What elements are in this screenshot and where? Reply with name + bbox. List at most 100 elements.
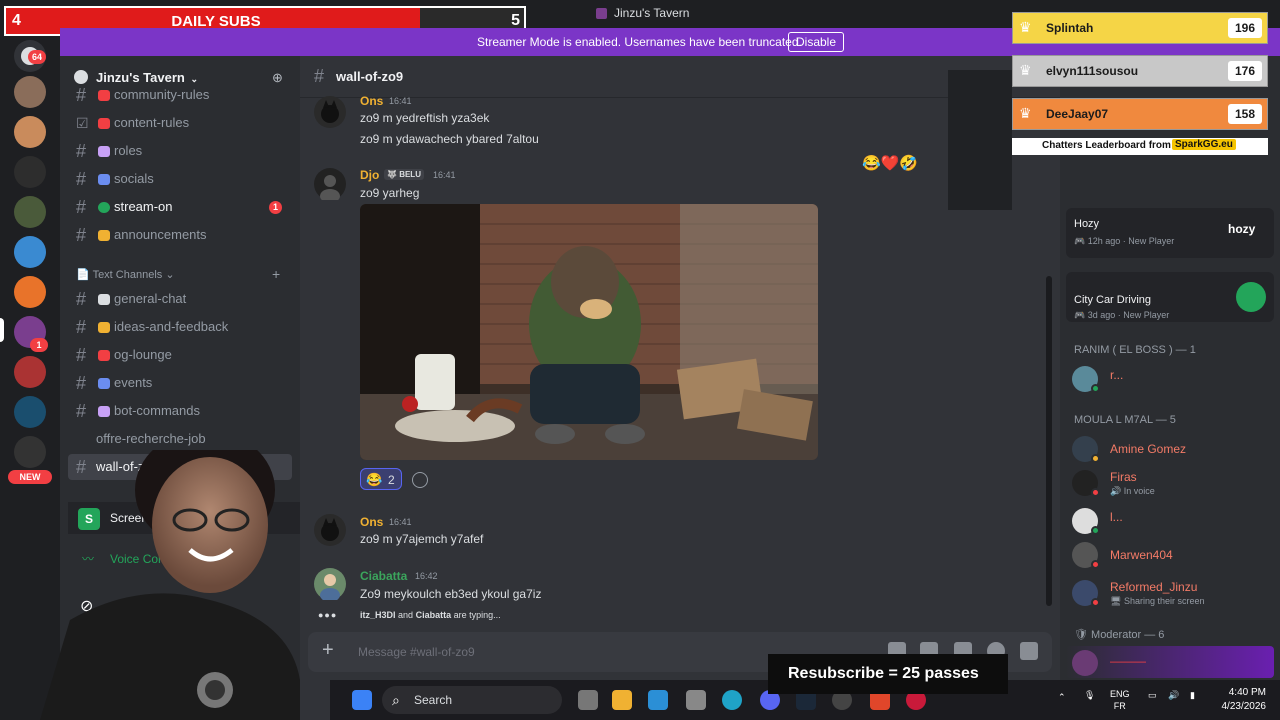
activity-name: City Car Driving — [1074, 294, 1152, 306]
channel-label: events — [114, 375, 153, 390]
avatar[interactable] — [314, 168, 346, 203]
activity-name: Hozy — [1074, 218, 1100, 230]
leaderboard-row: ♛ elvyn111sousou 176 — [1012, 55, 1268, 87]
channel-content-rules[interactable]: ☑ content-rules — [68, 110, 292, 136]
message-time: 16:41 — [389, 517, 412, 527]
selected-server-indicator — [0, 318, 4, 342]
status-online-icon — [1091, 384, 1100, 393]
server-tag: 🐺 BELU — [384, 169, 424, 180]
member-item[interactable]: l... — [1066, 504, 1274, 538]
avatar — [1072, 650, 1098, 676]
taskbar-clock[interactable]: 4:40 PM 4/23/2026 — [1222, 686, 1267, 714]
channel-stream-on[interactable]: # stream-on 1 — [68, 194, 292, 220]
server-icon[interactable] — [14, 76, 46, 108]
server-icon[interactable] — [14, 396, 46, 428]
member-name: r... — [1110, 368, 1124, 382]
activity-meta: 🎮 12h ago · New Player — [1074, 236, 1175, 246]
channel-roles[interactable]: # roles — [68, 138, 292, 164]
task-view-icon[interactable] — [578, 690, 598, 710]
chat-scrollbar[interactable] — [1046, 276, 1052, 606]
activity-card[interactable]: City Car Driving 🎮 3d ago · New Player — [1066, 272, 1274, 322]
hash-icon: # — [76, 169, 87, 189]
robot-icon — [98, 406, 110, 417]
leaderboard-footer: Chatters Leaderboard from SparkGG.eu — [1012, 138, 1268, 155]
reaction-chip[interactable]: 😂 2 — [360, 468, 402, 490]
add-reaction-icon[interactable] — [412, 472, 428, 488]
server-icon[interactable] — [14, 156, 46, 188]
member-name: Marwen404 — [1110, 548, 1173, 562]
server-icon[interactable] — [14, 236, 46, 268]
server-icon[interactable] — [14, 276, 46, 308]
search-icon: ⌕ — [392, 692, 400, 708]
message-input[interactable] — [358, 642, 838, 662]
member-item[interactable]: Amine Gomez — [1066, 432, 1274, 466]
taskbar-search[interactable]: ⌕ Search — [382, 686, 562, 714]
message-author[interactable]: Ons — [360, 515, 383, 529]
channel-ideas-and-feedback[interactable]: # ideas-and-feedback — [68, 314, 292, 340]
message-author[interactable]: Djo — [360, 168, 379, 182]
message-time: 16:41 — [389, 96, 412, 106]
avatar[interactable] — [314, 514, 346, 546]
tray-chevron-icon[interactable]: ⌃ — [1058, 692, 1066, 703]
hash-icon: # — [76, 85, 87, 105]
disable-button[interactable]: Disable — [788, 32, 844, 52]
member-item[interactable]: ——— — [1066, 646, 1274, 678]
channel-label: ideas-and-feedback — [114, 319, 229, 334]
network-icon[interactable]: ▭ — [1148, 690, 1157, 701]
attach-plus-icon[interactable]: + — [322, 640, 342, 660]
server-icon[interactable] — [14, 196, 46, 228]
channel-general-chat[interactable]: # general-chat — [68, 286, 292, 312]
channel-community-rules[interactable]: # community-rules — [68, 82, 292, 108]
store-icon[interactable] — [648, 690, 668, 710]
microphone-icon[interactable]: 🎙 — [1084, 690, 1095, 701]
file-explorer-icon[interactable] — [612, 690, 632, 710]
status-dnd-icon — [1091, 560, 1100, 569]
create-channel-icon[interactable]: + — [272, 266, 280, 282]
hash-icon: # — [76, 401, 87, 421]
windows-start-icon[interactable] — [352, 690, 372, 710]
bell-icon — [98, 230, 110, 241]
webcam-overlay — [0, 430, 300, 720]
volume-icon[interactable]: 🔊 — [1168, 690, 1179, 701]
message-text: zo9 m ydawachech ybared 7altou — [360, 132, 539, 146]
channel-bot-commands[interactable]: # bot-commands — [68, 398, 292, 424]
channel-events[interactable]: # events — [68, 370, 292, 396]
quick-reactions[interactable]: 😂❤️🤣 — [862, 154, 918, 172]
category-text-channels[interactable]: 📄 Text Channels ⌄ — [76, 268, 175, 281]
status-dnd-icon — [1091, 488, 1100, 497]
apps-icon[interactable] — [1020, 642, 1038, 660]
message-author[interactable]: Ciabatta — [360, 569, 407, 583]
edge-icon[interactable] — [722, 690, 742, 710]
battery-icon[interactable]: ▮ — [1190, 690, 1195, 701]
avatar[interactable] — [314, 96, 346, 128]
member-item[interactable]: Firas 🔊 In voice — [1066, 466, 1274, 500]
member-list: Hozy 🎮 12h ago · New Player hozy City Ca… — [1060, 56, 1280, 720]
language-indicator[interactable]: ENG FR — [1110, 688, 1130, 712]
message-text: Zo9 meykoulch eb3ed ykoul ga7iz — [360, 587, 542, 601]
channel-socials[interactable]: # socials — [68, 166, 292, 192]
member-item[interactable]: r... — [1066, 362, 1274, 396]
server-icon[interactable] — [14, 356, 46, 388]
message-author[interactable]: Ons — [360, 94, 383, 108]
channel-og-lounge[interactable]: # og-lounge — [68, 342, 292, 368]
channel-offre-recherche-job[interactable]: offre-recherche-job — [68, 426, 292, 452]
member-name: l... — [1110, 510, 1123, 524]
member-item[interactable]: Reformed_Jinzu 🖥 Sharing their screen — [1066, 576, 1274, 610]
channel-emoji-icon — [98, 202, 110, 213]
activity-card[interactable]: Hozy 🎮 12h ago · New Player hozy — [1066, 208, 1274, 258]
server-icon[interactable] — [14, 116, 46, 148]
avatar[interactable] — [314, 568, 346, 602]
hozy-logo-icon: hozy — [1228, 222, 1256, 236]
bulb-icon — [98, 322, 110, 333]
app-icon[interactable] — [686, 690, 706, 710]
calendar-icon — [98, 378, 110, 389]
channel-label: announcements — [114, 227, 207, 242]
member-item[interactable]: Marwen404 — [1066, 538, 1274, 572]
leaderboard-footer-text: Chatters Leaderboard from — [1042, 140, 1171, 151]
channel-announcements[interactable]: # announcements — [68, 222, 292, 248]
member-name: Firas — [1110, 470, 1137, 484]
speech-bubble-icon — [98, 294, 110, 305]
leaderboard-source: SparkGG.eu — [1172, 139, 1236, 150]
message-image[interactable] — [360, 204, 818, 460]
message-time: 16:42 — [415, 571, 438, 581]
